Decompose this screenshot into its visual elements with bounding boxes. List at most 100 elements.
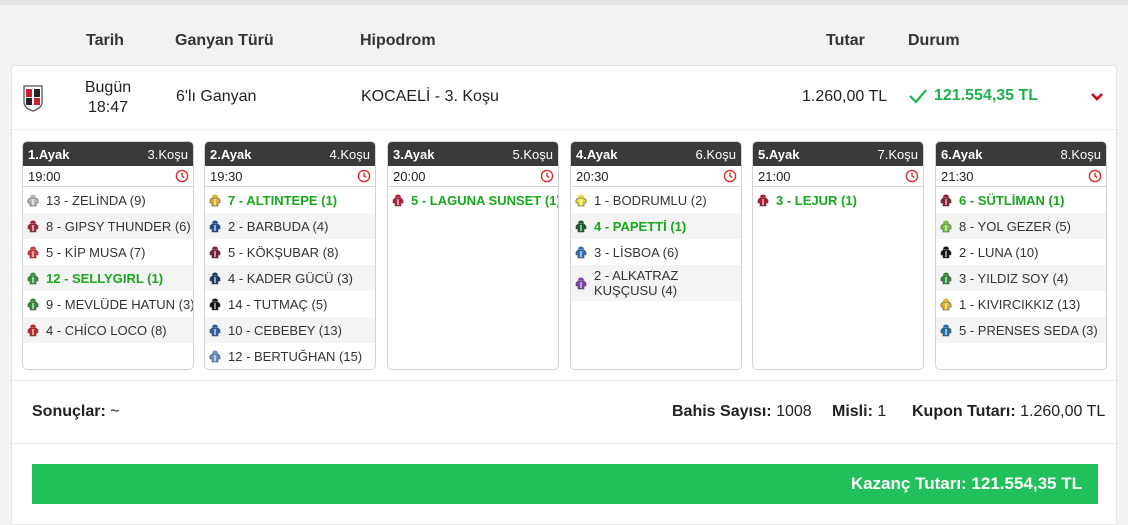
horse-label: 4 - PAPETTİ (1) bbox=[594, 218, 687, 234]
horse-label: 12 - SELLYGIRL (1) bbox=[46, 270, 164, 286]
horse-label: 9 - MEVLÜDE HATUN (3) bbox=[46, 296, 194, 312]
coupon-total: Kupon Tutarı: 1.260,00 TL bbox=[912, 403, 1105, 421]
leg-time: 19:30 bbox=[210, 168, 243, 184]
leg-card: 4.Ayak 6.Koşu 20:30 1 - BODRUMLU (2) 4 - PAP… bbox=[570, 141, 742, 370]
jockey-silk-icon bbox=[209, 324, 221, 337]
results-row: Sonuçlar: ~ Bahis Sayısı: 1008 Misli: 1 … bbox=[12, 380, 1116, 444]
horse-row: 3 - LİSBOA (6) bbox=[571, 239, 741, 265]
leg-time: 20:00 bbox=[393, 168, 426, 184]
column-headers: Tarih Ganyan Türü Hipodrom Tutar Durum bbox=[0, 28, 1128, 54]
leg-race: 7.Koşu bbox=[877, 146, 918, 162]
horse-row: 14 - TUTMAÇ (5) bbox=[205, 291, 375, 317]
leg-card: 1.Ayak 3.Koşu 19:00 13 - ZELİNDA (9) 8 - GIP… bbox=[22, 141, 194, 370]
horse-row: 8 - GIPSY THUNDER (6) bbox=[23, 213, 193, 239]
clock-icon bbox=[175, 169, 189, 183]
leg-header: 6.Ayak 8.Koşu bbox=[936, 142, 1106, 166]
leg-title: 6.Ayak bbox=[941, 146, 983, 162]
jockey-silk-icon bbox=[575, 220, 587, 233]
leg-header: 5.Ayak 7.Koşu bbox=[753, 142, 923, 166]
jockey-silk-icon bbox=[940, 220, 952, 233]
horse-label: 3 - LEJUR (1) bbox=[776, 192, 857, 208]
horse-row: 4 - CHİCO LOCO (8) bbox=[23, 317, 193, 343]
leg-card: 5.Ayak 7.Koşu 21:00 3 - LEJUR (1) bbox=[752, 141, 924, 370]
leg-time-row: 20:30 bbox=[571, 166, 741, 187]
horse-label: 5 - KİP MUSA (7) bbox=[46, 244, 146, 260]
horse-row: 12 - SELLYGIRL (1) bbox=[23, 265, 193, 291]
jockey-silk-icon bbox=[940, 272, 952, 285]
top-border bbox=[0, 0, 1128, 5]
horse-label: 8 - GIPSY THUNDER (6) bbox=[46, 218, 191, 234]
horse-label: 1 - BODRUMLU (2) bbox=[594, 192, 707, 208]
coupon-track: KOCAELİ - 3. Koşu bbox=[361, 88, 499, 105]
header-date: Tarih bbox=[86, 32, 124, 49]
leg-time-row: 20:00 bbox=[388, 166, 558, 187]
results-text: Sonuçlar: ~ bbox=[32, 403, 120, 421]
leg-time: 21:00 bbox=[758, 168, 791, 184]
coupon-amount: 1.260,00 TL bbox=[802, 88, 888, 105]
clock-icon bbox=[1088, 169, 1102, 183]
leg-card: 3.Ayak 5.Koşu 20:00 5 - LAGUNA SUNSET (1) bbox=[387, 141, 559, 370]
jockey-silk-icon bbox=[940, 298, 952, 311]
horse-row: 13 - ZELİNDA (9) bbox=[23, 187, 193, 213]
leg-time: 19:00 bbox=[28, 168, 61, 184]
horse-label: 12 - BERTUĞHAN (15) bbox=[228, 348, 363, 364]
header-track: Hipodrom bbox=[360, 32, 436, 49]
jockey-silk-icon bbox=[209, 298, 221, 311]
horse-row: 12 - BERTUĞHAN (15) bbox=[205, 343, 375, 369]
leg-header: 1.Ayak 3.Koşu bbox=[23, 142, 193, 166]
horse-label: 5 - LAGUNA SUNSET (1) bbox=[411, 192, 559, 208]
jockey-silk-icon bbox=[209, 350, 221, 363]
leg-header: 2.Ayak 4.Koşu bbox=[205, 142, 375, 166]
jockey-silk-icon bbox=[757, 194, 769, 207]
leg-race: 5.Koşu bbox=[512, 146, 553, 162]
coupon-time: 18:47 bbox=[87, 99, 129, 116]
horse-row: 10 - CEBEBEY (13) bbox=[205, 317, 375, 343]
bet-count-value: 1008 bbox=[776, 403, 812, 420]
jockey-silk-icon bbox=[940, 324, 952, 337]
coupon-day: Bugün bbox=[84, 79, 132, 96]
horse-row: 4 - KADER GÜCÜ (3) bbox=[205, 265, 375, 291]
leg-time: 20:30 bbox=[576, 168, 609, 184]
clock-icon bbox=[357, 169, 371, 183]
leg-title: 4.Ayak bbox=[576, 146, 618, 162]
horse-label: 13 - ZELİNDA (9) bbox=[46, 192, 146, 208]
horse-row: 3 - YILDIZ SOY (4) bbox=[936, 265, 1106, 291]
leg-header: 3.Ayak 5.Koşu bbox=[388, 142, 558, 166]
horse-label: 3 - LİSBOA (6) bbox=[594, 244, 679, 260]
jockey-silk-icon bbox=[575, 277, 587, 290]
jockey-silk-icon bbox=[575, 194, 587, 207]
horse-row: 1 - BODRUMLU (2) bbox=[571, 187, 741, 213]
coupon-type: 6'lı Ganyan bbox=[176, 88, 257, 105]
coupon-total-label: Kupon Tutarı: bbox=[912, 403, 1016, 420]
horse-label: 3 - YILDIZ SOY (4) bbox=[959, 270, 1069, 286]
horse-label: 1 - KIVIRCIKKIZ (13) bbox=[959, 296, 1081, 312]
clock-icon bbox=[540, 169, 554, 183]
horse-row: 4 - PAPETTİ (1) bbox=[571, 213, 741, 239]
horse-row: 2 - ALKATRAZ KUŞÇUSU (4) bbox=[571, 265, 741, 301]
coupon-summary-row[interactable]: Bugün 18:47 6'lı Ganyan KOCAELİ - 3. Koş… bbox=[12, 66, 1116, 130]
horse-label: 4 - KADER GÜCÜ (3) bbox=[228, 270, 353, 286]
jockey-silk-icon bbox=[575, 246, 587, 259]
chevron-down-icon[interactable] bbox=[1090, 90, 1104, 104]
horse-label: 7 - ALTINTEPE (1) bbox=[228, 192, 338, 208]
coupon-date: Bugün 18:47 bbox=[78, 78, 138, 118]
leg-card: 2.Ayak 4.Koşu 19:30 7 - ALTINTEPE (1) 2 - BA… bbox=[204, 141, 376, 370]
jockey-silk-icon bbox=[27, 220, 39, 233]
leg-race: 8.Koşu bbox=[1060, 146, 1101, 162]
header-type: Ganyan Türü bbox=[175, 32, 274, 49]
leg-time-row: 21:00 bbox=[753, 166, 923, 187]
results-label: Sonuçlar: bbox=[32, 403, 106, 420]
coupon-status: 121.554,35 TL bbox=[908, 87, 1038, 105]
horse-row: 5 - PRENSES SEDA (3) bbox=[936, 317, 1106, 343]
header-status: Durum bbox=[908, 32, 960, 49]
horse-row: 2 - BARBUDA (4) bbox=[205, 213, 375, 239]
horse-label: 2 - LUNA (10) bbox=[959, 244, 1039, 260]
leg-title: 1.Ayak bbox=[28, 146, 70, 162]
jockey-silk-icon bbox=[209, 246, 221, 259]
leg-race: 3.Koşu bbox=[147, 146, 188, 162]
clock-icon bbox=[905, 169, 919, 183]
horse-row: 5 - KÖKŞUBAR (8) bbox=[205, 239, 375, 265]
jockey-silk-icon bbox=[940, 246, 952, 259]
horse-label: 14 - TUTMAÇ (5) bbox=[228, 296, 328, 312]
horse-row: 8 - YOL GEZER (5) bbox=[936, 213, 1106, 239]
